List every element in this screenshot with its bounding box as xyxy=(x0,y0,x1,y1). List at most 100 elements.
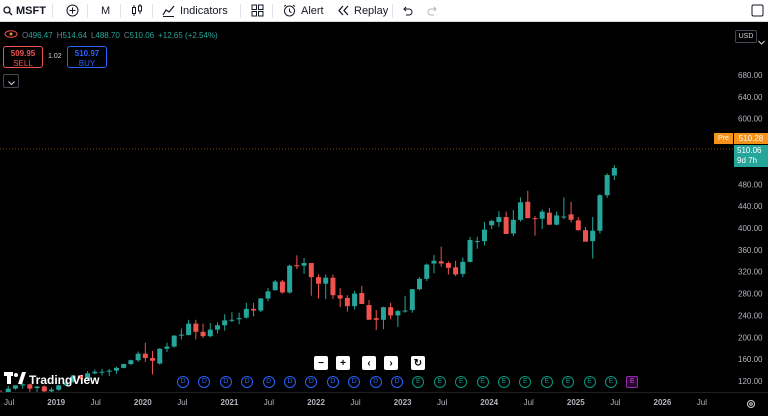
buy-button[interactable]: 510.97 BUY xyxy=(67,46,107,68)
indicators-button[interactable]: Indicators xyxy=(162,0,228,21)
candle xyxy=(186,319,192,336)
compare-add-symbol-button[interactable] xyxy=(66,0,79,21)
earnings-event-marker[interactable]: E xyxy=(476,376,489,388)
price-tick-label: 360.00 xyxy=(738,246,763,255)
candle-body xyxy=(359,293,365,304)
currency-button[interactable]: USD xyxy=(735,30,757,43)
dividend-event-marker[interactable]: D xyxy=(219,376,232,388)
candle-body xyxy=(525,201,531,219)
interval-button[interactable]: M xyxy=(101,0,110,21)
earnings-event-marker[interactable]: E xyxy=(540,376,553,388)
time-scale[interactable]: Jul 2019 Jul 2020 Jul 2021 Jul 2022 Jul 2023 Jul 20… xyxy=(0,393,768,411)
candle xyxy=(546,207,552,225)
zoom-out-button[interactable]: − xyxy=(314,356,328,370)
dividend-event-marker[interactable]: D xyxy=(391,376,403,388)
ohlc-low: L488.70 xyxy=(90,30,120,40)
undo-button[interactable] xyxy=(401,0,413,21)
time-tick-label: 2020 xyxy=(134,398,152,407)
chart-pane[interactable] xyxy=(0,22,734,396)
price-axis[interactable]: 120.00 160.00 200.00 240.00 280.00 320.00 360.… xyxy=(734,22,768,392)
symbol-search-button[interactable]: MSFT xyxy=(3,0,46,21)
pre-market-badge: Pre xyxy=(714,133,733,144)
reset-chart-button[interactable]: ↻ xyxy=(411,356,425,370)
candle xyxy=(611,165,617,180)
time-tick-label: 2026 xyxy=(654,398,672,407)
redo-button[interactable] xyxy=(427,0,439,21)
candle xyxy=(568,201,574,223)
candle xyxy=(373,309,379,331)
candle xyxy=(366,300,372,320)
candlestick-chart[interactable] xyxy=(0,22,734,396)
dividend-event-marker[interactable]: D xyxy=(369,376,382,388)
candle xyxy=(265,288,271,302)
minus-icon: − xyxy=(318,357,324,369)
eye-icon[interactable] xyxy=(4,30,18,40)
fullscreen-button[interactable] xyxy=(751,0,764,21)
time-tick-label: Jul xyxy=(350,398,360,407)
candle-body xyxy=(402,310,408,312)
candle-body xyxy=(308,262,314,278)
candle-body xyxy=(330,277,336,296)
earnings-event-marker[interactable]: E xyxy=(626,376,639,388)
candle-body xyxy=(611,167,617,176)
earnings-event-marker[interactable]: E xyxy=(583,376,596,388)
tradingview-logo-icon xyxy=(4,371,26,389)
earnings-event-marker[interactable]: E xyxy=(498,376,510,388)
candle-body xyxy=(99,371,105,373)
zoom-in-button[interactable]: + xyxy=(336,356,350,370)
candle xyxy=(171,335,177,348)
earnings-event-marker[interactable]: E xyxy=(433,376,446,388)
candle xyxy=(113,366,119,374)
candle-body xyxy=(106,370,112,372)
candle-body xyxy=(453,267,459,275)
candlestick-icon xyxy=(131,4,143,17)
dividend-event-marker[interactable]: D xyxy=(262,376,275,388)
candle xyxy=(222,314,228,331)
candle xyxy=(380,306,386,330)
time-tick-label: 2021 xyxy=(221,398,239,407)
candle-body xyxy=(265,291,271,299)
collapse-legend-button[interactable] xyxy=(3,74,19,88)
candle-body xyxy=(424,264,430,279)
candle xyxy=(287,264,293,294)
alert-button[interactable]: Alert xyxy=(283,0,324,21)
price-scale[interactable]: 120.00 160.00 200.00 240.00 280.00 320.00 360.… xyxy=(734,22,768,392)
scroll-left-button[interactable]: ‹ xyxy=(362,356,376,370)
alarm-clock-icon xyxy=(283,4,296,17)
scroll-right-button[interactable]: › xyxy=(384,356,398,370)
candle-body xyxy=(467,240,473,262)
buy-label: BUY xyxy=(78,59,96,68)
candle-body xyxy=(554,215,560,225)
dividend-event-marker[interactable]: D xyxy=(284,376,296,388)
replay-button[interactable]: Replay xyxy=(337,0,388,21)
candle-body xyxy=(128,360,134,365)
symbol-name: MSFT xyxy=(16,4,46,17)
candle-body xyxy=(431,260,437,264)
tradingview-wordmark: TradingView xyxy=(29,373,100,387)
dividend-event-marker[interactable]: D xyxy=(177,376,189,388)
dividend-event-marker[interactable]: D xyxy=(326,376,339,388)
ohlc-high: H514.64 xyxy=(56,30,87,40)
layouts-button[interactable] xyxy=(251,0,264,21)
candle xyxy=(417,277,423,291)
settings-gear-icon[interactable] xyxy=(746,396,756,414)
candle-body xyxy=(135,353,141,361)
earnings-event-marker[interactable]: E xyxy=(605,376,617,388)
redo-icon xyxy=(427,6,439,16)
candle xyxy=(510,209,516,237)
candle xyxy=(554,211,560,226)
candle xyxy=(178,328,184,340)
candle-body xyxy=(496,217,502,222)
candle-body xyxy=(518,202,524,220)
candle xyxy=(438,246,444,267)
sell-button[interactable]: 509.95 SELL xyxy=(3,46,43,68)
candle-body xyxy=(604,174,610,196)
candle xyxy=(582,226,588,242)
chart-type-button[interactable] xyxy=(131,0,143,21)
candle-body xyxy=(438,261,444,264)
candle-body xyxy=(121,364,127,368)
candle-body xyxy=(171,335,177,347)
candle-body xyxy=(142,353,148,359)
candle xyxy=(128,359,134,366)
time-axis[interactable]: Jul 2019 Jul 2020 Jul 2021 Jul 2022 Jul 2023 Jul 20… xyxy=(0,392,768,411)
